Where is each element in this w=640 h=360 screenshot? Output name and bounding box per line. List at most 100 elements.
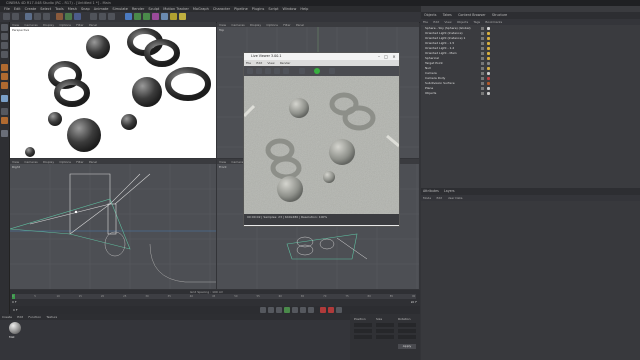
- object-tag-icon[interactable]: [487, 86, 490, 90]
- object-tag-icon[interactable]: [487, 76, 490, 80]
- attr-menu-edit[interactable]: Edit: [436, 195, 442, 201]
- visibility-toggle[interactable]: [481, 46, 484, 50]
- object-tag-icon[interactable]: [487, 36, 490, 40]
- render-picture-viewer-icon[interactable]: [99, 13, 106, 20]
- deformer-icon[interactable]: [152, 13, 159, 20]
- tab-content-browser[interactable]: Content Browser: [458, 12, 486, 19]
- rot-h-field[interactable]: [398, 323, 416, 327]
- material-menu-texture[interactable]: Texture: [46, 314, 57, 320]
- start-frame-field[interactable]: 0 F: [13, 307, 18, 313]
- visibility-toggle[interactable]: [481, 61, 484, 65]
- undo-icon[interactable]: [3, 13, 10, 20]
- object-tag-icon[interactable]: [487, 61, 490, 65]
- object-row[interactable]: Oriented Light - Main: [425, 51, 635, 55]
- next-frame-icon[interactable]: [292, 307, 298, 313]
- polygons-mode-icon[interactable]: [1, 82, 8, 89]
- lock-icon[interactable]: [1, 130, 8, 137]
- array-icon[interactable]: [143, 13, 150, 20]
- rot-b-field[interactable]: [398, 335, 416, 339]
- scale-tool-icon[interactable]: [34, 13, 41, 20]
- record-icon[interactable]: [320, 307, 326, 313]
- rotate-tool-icon[interactable]: [43, 13, 50, 20]
- make-editable-icon[interactable]: [1, 24, 8, 31]
- object-row[interactable]: Subdivision Surface: [425, 81, 635, 85]
- refresh-icon[interactable]: [329, 68, 335, 74]
- timeline-ruler[interactable]: 0 5 10 15 20 25 30 35 40 45 50 55 60 65 70 75 80 85 90: [12, 294, 416, 299]
- visibility-toggle[interactable]: [481, 31, 484, 35]
- points-mode-icon[interactable]: [1, 64, 8, 71]
- visibility-toggle[interactable]: [481, 81, 484, 85]
- model-mode-icon[interactable]: [1, 33, 8, 40]
- play-icon[interactable]: [284, 307, 290, 313]
- previous-key-icon[interactable]: [268, 307, 274, 313]
- object-tag-icon[interactable]: [487, 46, 490, 50]
- object-row[interactable]: Spherical: [425, 56, 635, 60]
- render-settings-icon[interactable]: [108, 13, 115, 20]
- object-tag-icon[interactable]: [487, 51, 490, 55]
- object-tag-icon[interactable]: [487, 91, 490, 95]
- material-menu-create[interactable]: Create: [2, 314, 12, 320]
- go-to-end-icon[interactable]: [308, 307, 314, 313]
- material-swatch[interactable]: [9, 322, 21, 334]
- texture-mode-icon[interactable]: [1, 42, 8, 49]
- tab-takes[interactable]: Takes: [443, 12, 452, 19]
- autokey-icon[interactable]: [328, 307, 334, 313]
- object-tag-icon[interactable]: [487, 26, 490, 30]
- visibility-toggle[interactable]: [481, 56, 484, 60]
- object-tag-icon[interactable]: [487, 71, 490, 75]
- object-row[interactable]: Camera: [425, 71, 635, 75]
- settings-icon[interactable]: [274, 68, 280, 74]
- visibility-toggle[interactable]: [481, 51, 484, 55]
- viewport-perspective[interactable]: View Cameras Display Options Filter Pane…: [10, 22, 216, 158]
- live-viewer-titlebar[interactable]: Live Viewer 3.00.1 – □ ×: [244, 53, 399, 60]
- object-tag-icon[interactable]: [487, 81, 490, 85]
- coord-y-field[interactable]: [354, 329, 372, 333]
- obj-menu-file[interactable]: File: [423, 19, 428, 25]
- tab-structure[interactable]: Structure: [492, 12, 507, 19]
- object-row[interactable]: Target Point: [425, 61, 635, 65]
- region-icon[interactable]: [256, 68, 262, 74]
- camera-icon[interactable]: [170, 13, 177, 20]
- tab-attributes[interactable]: Attributes: [423, 188, 439, 195]
- z-axis-icon[interactable]: [74, 13, 81, 20]
- visibility-toggle[interactable]: [481, 26, 484, 30]
- visibility-toggle[interactable]: [481, 41, 484, 45]
- close-icon[interactable]: ×: [391, 53, 397, 60]
- object-row[interactable]: Null: [425, 66, 635, 70]
- cube-icon[interactable]: [125, 13, 132, 20]
- workplane-icon[interactable]: [1, 51, 8, 58]
- obj-menu-bookmarks[interactable]: Bookmarks: [485, 19, 502, 25]
- visibility-toggle[interactable]: [481, 71, 484, 75]
- tweak-icon[interactable]: [1, 108, 8, 115]
- object-tag-icon[interactable]: [487, 56, 490, 60]
- move-tool-icon[interactable]: [25, 13, 32, 20]
- attr-menu-user-data[interactable]: User Data: [448, 195, 463, 201]
- object-tag-icon[interactable]: [487, 66, 490, 70]
- obj-menu-view[interactable]: View: [444, 19, 451, 25]
- size-z-field[interactable]: [376, 335, 394, 339]
- viewport-right[interactable]: View Cameras Display Options Filter Pane…: [10, 159, 216, 289]
- object-row[interactable]: Sphere - Sky (Sphere) (Global): [425, 26, 635, 30]
- object-row[interactable]: Oriented Light (Instance): [425, 31, 635, 35]
- y-axis-icon[interactable]: [65, 13, 72, 20]
- play-icon[interactable]: [314, 68, 320, 74]
- visibility-toggle[interactable]: [481, 76, 484, 80]
- object-row[interactable]: Camera Dolly: [425, 76, 635, 80]
- obj-menu-objects[interactable]: Objects: [457, 19, 468, 25]
- visibility-toggle[interactable]: [481, 86, 484, 90]
- pause-icon[interactable]: [299, 68, 305, 74]
- minimize-icon[interactable]: –: [376, 53, 382, 60]
- rot-p-field[interactable]: [398, 329, 416, 333]
- size-x-field[interactable]: [376, 323, 394, 327]
- apply-button[interactable]: Apply: [398, 344, 416, 349]
- timeline[interactable]: Grid Spacing : 100 cm 0 5 10 15 20 25 30 35 40 45…: [10, 290, 420, 306]
- light-icon[interactable]: [179, 13, 186, 20]
- obj-menu-tags[interactable]: Tags: [473, 19, 480, 25]
- material-menu-function[interactable]: Function: [28, 314, 41, 320]
- object-row[interactable]: Objects: [425, 91, 635, 95]
- live-viewer-window[interactable]: Live Viewer 3.00.1 – □ × File Edit View …: [243, 52, 400, 227]
- enable-axis-icon[interactable]: [1, 95, 8, 102]
- edges-mode-icon[interactable]: [1, 73, 8, 80]
- snap-icon[interactable]: [1, 117, 8, 124]
- visibility-toggle[interactable]: [481, 91, 484, 95]
